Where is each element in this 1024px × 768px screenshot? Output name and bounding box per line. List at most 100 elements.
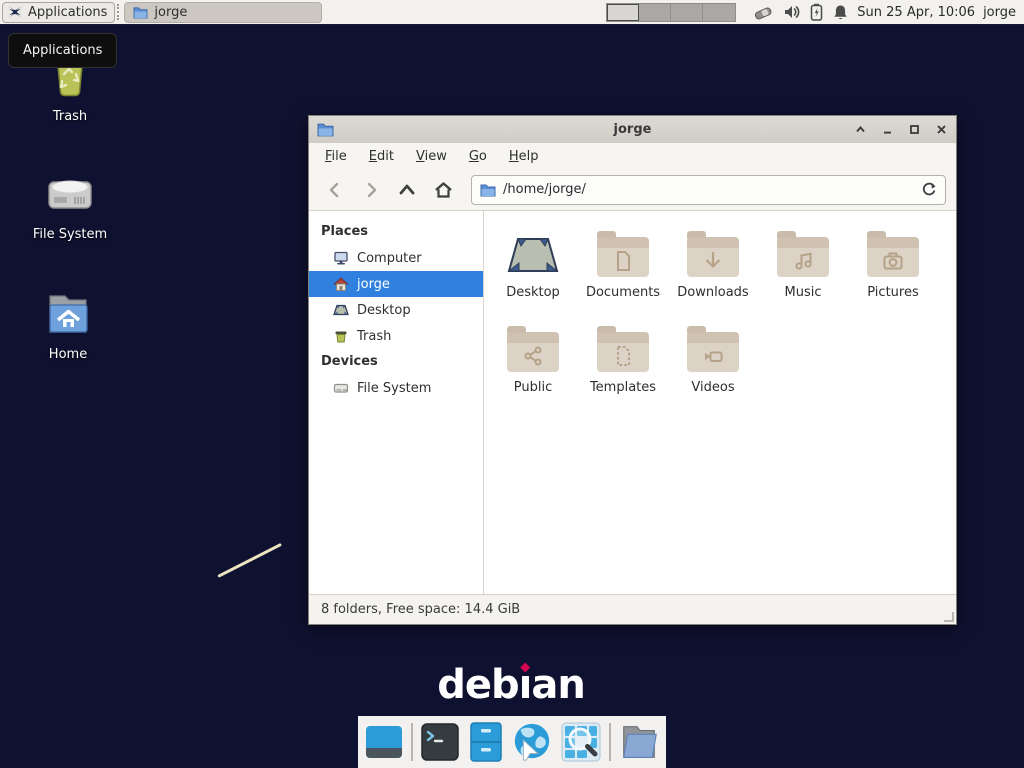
menu-edit[interactable]: Edit [359,146,404,167]
file-item-label: Pictures [867,285,918,300]
menu-help[interactable]: Help [499,146,549,167]
sidebar-item-trash[interactable]: Trash [309,323,483,349]
file-manager-folder-icon [618,722,660,762]
file-item-videos[interactable]: Videos [668,322,758,417]
file-item-label: Videos [691,380,734,395]
file-item-downloads[interactable]: Downloads [668,227,758,322]
minimize-button[interactable] [880,123,894,137]
cursor-line [217,543,282,578]
panel-handle[interactable] [117,4,122,20]
file-item-templates[interactable]: Templates [578,322,668,417]
forward-button[interactable] [355,175,387,205]
panel-clock[interactable]: Sun 25 Apr, 10:06 [857,5,975,20]
sidebar-item-jorge[interactable]: jorge [309,271,483,297]
file-item-label: Downloads [677,285,748,300]
sidebar-item-label: jorge [357,277,390,292]
terminal-launcher[interactable] [420,720,460,764]
resize-grip[interactable] [944,612,954,622]
path-folder-icon [480,183,496,197]
system-tray [752,3,849,21]
file-item-desktop[interactable]: Desktop [488,227,578,322]
path-bar[interactable]: /home/jorge/ [471,175,946,205]
folder-icon [687,332,739,372]
terminal-icon [420,722,460,762]
document-emblem-icon [611,249,635,273]
applications-menu-button[interactable]: Applications [2,2,115,23]
folder-icon [507,332,559,372]
app-finder-icon [560,721,602,763]
menu-go[interactable]: Go [459,146,497,167]
sidebar-item-desktop[interactable]: Desktop [309,297,483,323]
folder-icon [133,6,148,19]
notifications-bell-icon[interactable] [832,4,849,21]
dock [358,716,666,768]
window-controls [853,123,948,137]
panel-username[interactable]: jorge [983,5,1016,20]
trash-small-icon [333,328,349,344]
web-browser-launcher[interactable] [511,720,553,764]
sidebar-item-label: Trash [357,329,391,344]
desktop-icon [333,302,349,318]
file-item-label: Public [514,380,552,395]
folder-icon [597,237,649,277]
menu-view[interactable]: View [406,146,457,167]
desktop-icon-file-system[interactable]: File System [18,168,122,242]
file-item-documents[interactable]: Documents [578,227,668,322]
file-item-public[interactable]: Public [488,322,578,417]
dock-separator [609,723,611,761]
workspace-4[interactable] [703,4,735,21]
file-item-label: Desktop [506,285,560,300]
file-manager-launcher[interactable] [618,720,660,764]
sidebar-item-computer[interactable]: Computer [309,245,483,271]
file-item-music[interactable]: Music [758,227,848,322]
up-button[interactable] [391,175,423,205]
pen-device-tray-icon[interactable] [752,3,774,21]
path-input[interactable]: /home/jorge/ [503,182,914,197]
workspace-pager[interactable] [606,3,736,22]
folder-icon [867,237,919,277]
web-browser-globe-icon [511,720,553,764]
show-desktop-button[interactable] [364,720,404,764]
menu-file[interactable]: File [315,146,357,167]
file-item-label: Templates [590,380,656,395]
shade-button[interactable] [853,123,867,137]
sidebar-item-label: Desktop [357,303,411,318]
home-button[interactable] [427,175,459,205]
file-item-pictures[interactable]: Pictures [848,227,938,322]
status-text: 8 folders, Free space: 14.4 GiB [321,602,520,617]
desktop-icon-home[interactable]: Home [16,288,120,362]
applications-menu-label: Applications [28,5,107,20]
video-emblem-icon [701,344,725,368]
volume-icon[interactable] [783,4,801,20]
template-emblem-icon [611,344,635,368]
app-finder-launcher[interactable] [560,720,602,764]
workspace-3[interactable] [671,4,703,21]
music-notes-emblem-icon [791,249,815,273]
desktop-icon-label: File System [33,227,107,242]
taskbar-window-label: jorge [154,5,187,20]
sidebar-header-devices: Devices [309,349,483,375]
reload-icon[interactable] [921,182,937,198]
file-cabinet-launcher[interactable] [467,720,504,764]
desktop-special-icon [506,233,560,277]
file-cabinet-icon [468,721,504,763]
battery-icon[interactable] [810,3,823,21]
workspace-2[interactable] [639,4,671,21]
sidebar-item-file-system[interactable]: File System [309,375,483,401]
sidebar-item-label: Computer [357,251,422,266]
show-desktop-icon [364,722,404,762]
file-manager-window: jorge File Edit View Go Help [308,115,957,625]
close-button[interactable] [934,123,948,137]
file-grid: Desktop Documents Downloads [484,211,956,594]
xfce-logo-icon [7,4,23,20]
window-titlebar[interactable]: jorge [309,116,956,143]
taskbar-window-button[interactable]: jorge [124,2,322,23]
maximize-button[interactable] [907,123,921,137]
desktop-icon-label: Home [49,347,87,362]
workspace-1[interactable] [607,4,639,21]
back-button[interactable] [319,175,351,205]
sidebar-header-places: Places [309,219,483,245]
window-main: Places Computer jorge [309,211,956,594]
toolbar: /home/jorge/ [309,169,956,211]
home-folder-icon [41,288,95,340]
